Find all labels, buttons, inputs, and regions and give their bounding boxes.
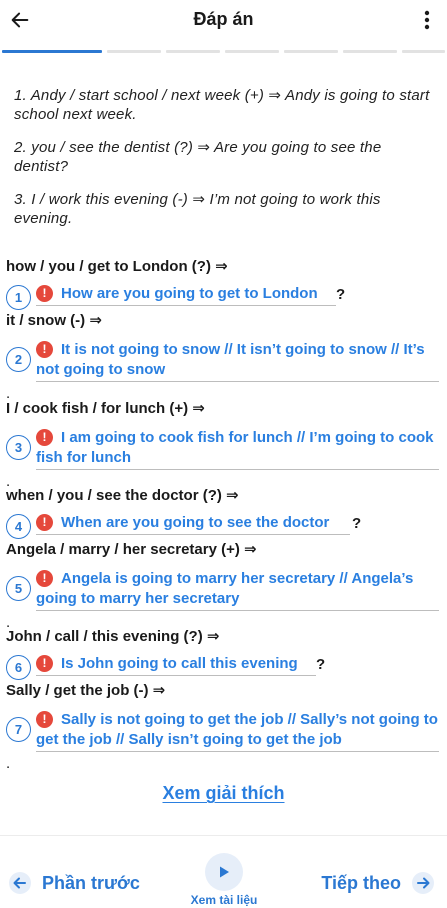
question-suffix: ? xyxy=(336,286,346,303)
question-suffix: ? xyxy=(316,656,326,673)
question-prompt: John / call / this evening (?) ⇒ xyxy=(6,628,220,645)
progress-bar xyxy=(0,50,447,53)
progress-segment xyxy=(343,50,397,53)
answer-text: Sally is not going to get the job // Sal… xyxy=(36,711,438,748)
question-item: John / call / this evening (?) ⇒ 6 ! Is J… xyxy=(6,627,442,680)
answer-text: I am going to cook fish for lunch // I’m… xyxy=(36,429,434,466)
answer-field[interactable]: ! It is not going to snow // It isn’t goi… xyxy=(36,340,439,382)
answer-field[interactable]: ! When are you going to see the doctor xyxy=(36,513,350,535)
answer-text: It is not going to snow // It isn’t goin… xyxy=(36,341,425,378)
error-icon: ! xyxy=(36,711,53,728)
answer-text: When are you going to see the doctor xyxy=(61,514,330,531)
play-icon xyxy=(220,866,229,878)
answer-text: Angela is going to marry her secretary /… xyxy=(36,570,414,607)
error-icon: ! xyxy=(36,341,53,358)
question-prompt: when / you / see the doctor (?) ⇒ xyxy=(6,487,239,504)
error-icon: ! xyxy=(36,285,53,302)
question-item: Angela / marry / her secretary (+) ⇒ 5 !… xyxy=(6,540,442,631)
progress-segment xyxy=(225,50,279,53)
answer-text: Is John going to call this evening xyxy=(61,655,298,672)
arrow-left-icon xyxy=(9,872,31,894)
question-prompt: Angela / marry / her secretary (+) ⇒ xyxy=(6,541,257,558)
answer-field[interactable]: ! Is John going to call this evening xyxy=(36,654,316,676)
page-title: Đáp án xyxy=(193,9,254,29)
question-item: Sally / get the job (-) ⇒ 7 ! Sally is no… xyxy=(6,681,442,772)
example-list: 1. Andy / start school / next week (+) ⇒… xyxy=(14,86,432,242)
next-button[interactable]: Tiếp theo xyxy=(321,868,435,898)
error-icon: ! xyxy=(36,655,53,672)
question-number: 7 xyxy=(6,717,31,742)
previous-label: Phần trước xyxy=(42,872,140,893)
question-item: it / snow (-) ⇒ 2 ! It is not going to sn… xyxy=(6,311,442,402)
example-item: 1. Andy / start school / next week (+) ⇒… xyxy=(14,87,430,123)
question-prompt: Sally / get the job (-) ⇒ xyxy=(6,682,166,699)
next-label: Tiếp theo xyxy=(321,872,401,893)
progress-segment xyxy=(284,50,338,53)
arrow-left-icon xyxy=(11,12,29,28)
answer-field[interactable]: ! Sally is not going to get the job // Sa… xyxy=(36,710,439,752)
progress-segment xyxy=(107,50,161,53)
back-button[interactable] xyxy=(4,4,36,36)
progress-segment xyxy=(48,50,102,53)
view-material-button[interactable]: Xem tài liệu xyxy=(191,853,257,908)
question-number: 3 xyxy=(6,435,31,460)
answer-field[interactable]: ! How are you going to get to London xyxy=(36,284,336,306)
question-item: when / you / see the doctor (?) ⇒ 4 ! Whe… xyxy=(6,486,442,539)
question-number: 5 xyxy=(6,576,31,601)
question-suffix: . xyxy=(6,755,11,772)
explanation-link-row: Xem giải thích xyxy=(0,783,447,804)
question-prompt: how / you / get to London (?) ⇒ xyxy=(6,258,228,275)
view-material-label: Xem tài liệu xyxy=(190,893,258,907)
arrow-right-icon xyxy=(412,872,434,894)
progress-segment xyxy=(402,50,445,53)
example-item: 3. I / work this evening (-) ⇒ I’m not g… xyxy=(14,191,381,227)
footer-divider xyxy=(0,835,447,836)
question-prompt: I / cook fish / for lunch (+) ⇒ xyxy=(6,400,205,417)
question-number: 2 xyxy=(6,347,31,372)
answer-text: How are you going to get to London xyxy=(61,285,318,302)
app-header: Đáp án xyxy=(0,0,447,40)
view-explanation-link[interactable]: Xem giải thích xyxy=(162,783,284,803)
more-options-button[interactable] xyxy=(415,4,439,36)
play-button[interactable] xyxy=(205,853,243,891)
error-icon: ! xyxy=(36,429,53,446)
error-icon: ! xyxy=(36,514,53,531)
answer-field[interactable]: ! Angela is going to marry her secretary … xyxy=(36,569,439,611)
question-prompt: it / snow (-) ⇒ xyxy=(6,312,102,329)
question-number: 4 xyxy=(6,514,31,539)
question-item: I / cook fish / for lunch (+) ⇒ 3 ! I am … xyxy=(6,399,442,490)
example-item: 2. you / see the dentist (?) ⇒ Are you g… xyxy=(14,139,382,175)
error-icon: ! xyxy=(36,570,53,587)
question-item: how / you / get to London (?) ⇒ 1 ! How a… xyxy=(6,257,442,310)
question-number: 6 xyxy=(6,655,31,680)
more-vertical-icon xyxy=(424,10,430,30)
answer-field[interactable]: ! I am going to cook fish for lunch // I’… xyxy=(36,428,439,470)
previous-button[interactable]: Phần trước xyxy=(8,868,140,898)
progress-segment xyxy=(166,50,220,53)
question-number: 1 xyxy=(6,285,31,310)
question-suffix: ? xyxy=(352,515,362,532)
